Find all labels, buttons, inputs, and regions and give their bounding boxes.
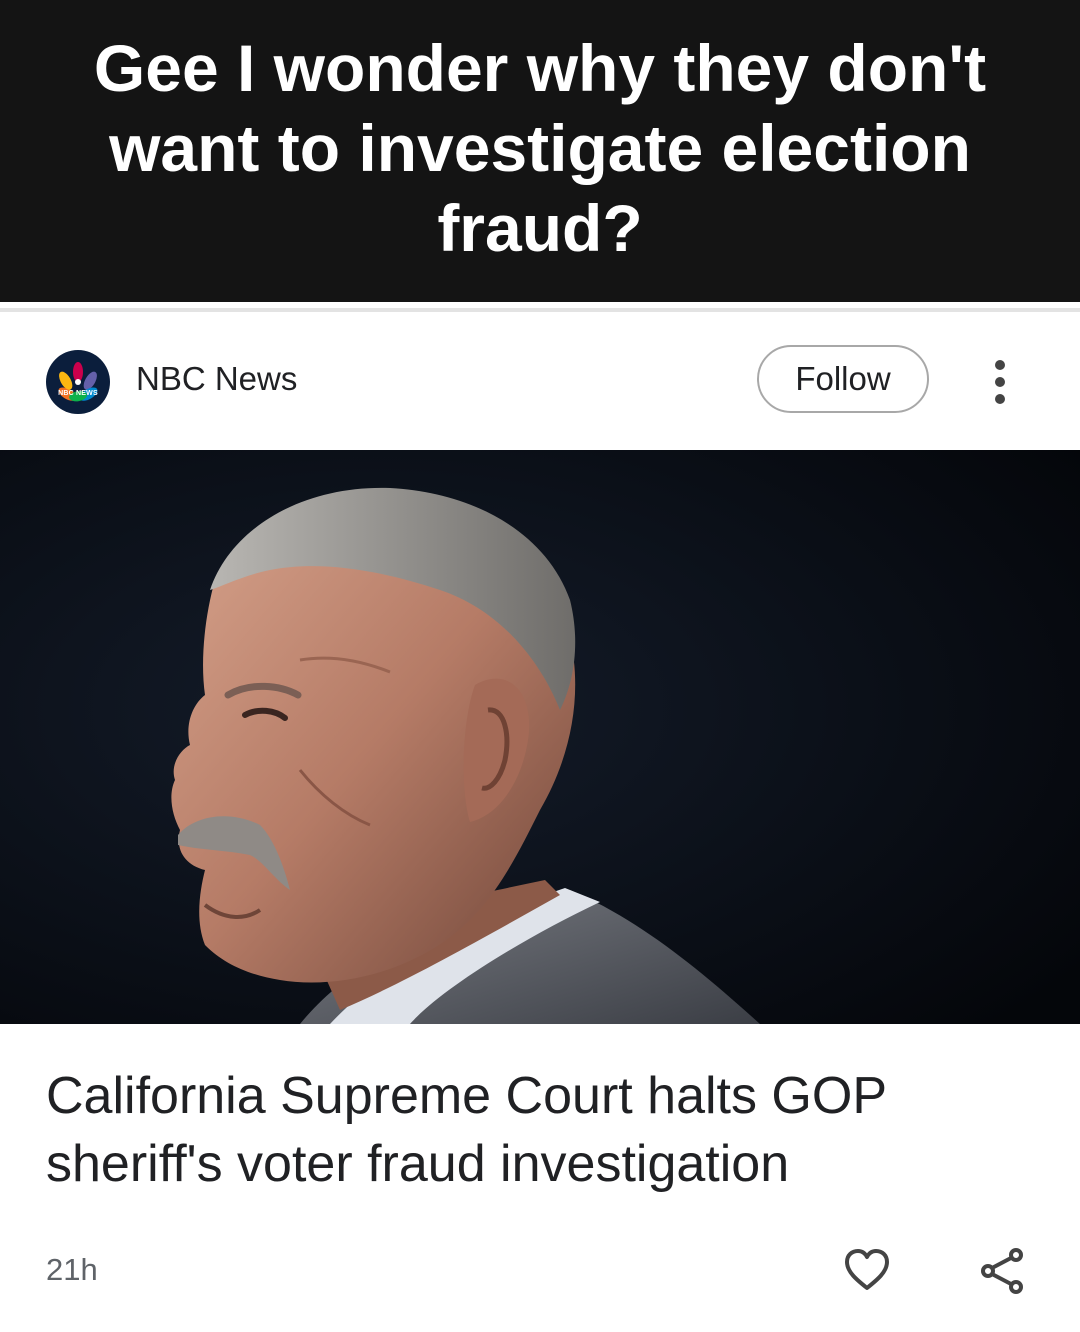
article-image[interactable]: [0, 450, 1080, 1024]
source-name[interactable]: NBC News: [136, 360, 297, 398]
source-row: NBC NEWS NBC News Follow: [0, 312, 1080, 450]
nbc-logo-icon[interactable]: NBC NEWS: [46, 350, 110, 414]
article-headline[interactable]: California Supreme Court halts GOP sheri…: [46, 1062, 1036, 1198]
article-age: 21h: [46, 1252, 98, 1287]
follow-button[interactable]: Follow: [757, 345, 929, 413]
more-options-icon[interactable]: [984, 360, 1018, 404]
person-photo-icon: [0, 450, 1080, 1024]
meme-caption-bar: Gee I wonder why they don't want to inve…: [0, 0, 1080, 302]
meme-caption: Gee I wonder why they don't want to inve…: [93, 31, 987, 265]
logo-text: NBC NEWS: [58, 390, 98, 397]
share-icon[interactable]: [980, 1248, 1024, 1294]
heart-icon[interactable]: [843, 1246, 891, 1294]
